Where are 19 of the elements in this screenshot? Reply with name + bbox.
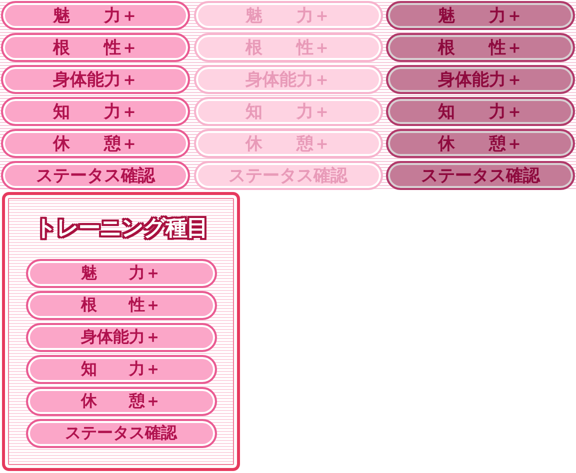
menu-button[interactable]: 身体能力＋: [386, 65, 575, 94]
menu-button[interactable]: ステータス確認: [1, 161, 190, 190]
menu-button[interactable]: 魅 力＋: [1, 1, 190, 30]
menu-button[interactable]: 知 力＋: [386, 97, 575, 126]
menu-button[interactable]: ステータス確認: [386, 161, 575, 190]
menu-button[interactable]: 身体能力＋: [1, 65, 190, 94]
menu-button[interactable]: 知 力＋: [1, 97, 190, 126]
menu-button[interactable]: 根 性＋: [386, 33, 575, 62]
menu-button[interactable]: 休 憩＋: [1, 129, 190, 158]
menu-button[interactable]: 休 憩＋: [26, 387, 216, 416]
menu-button[interactable]: 身体能力＋: [26, 323, 216, 352]
panel-title: トレーニング種目: [34, 214, 208, 243]
menu-button[interactable]: 根 性＋: [1, 33, 190, 62]
menu-button[interactable]: 魅 力＋: [26, 259, 216, 288]
menu-button[interactable]: 休 憩＋: [386, 129, 575, 158]
menu-button[interactable]: 知 力＋: [26, 355, 216, 384]
menu-button[interactable]: 根 性＋: [26, 291, 216, 320]
menu-button[interactable]: ステータス確認: [26, 419, 216, 448]
menu-button[interactable]: 魅 力＋: [386, 1, 575, 30]
